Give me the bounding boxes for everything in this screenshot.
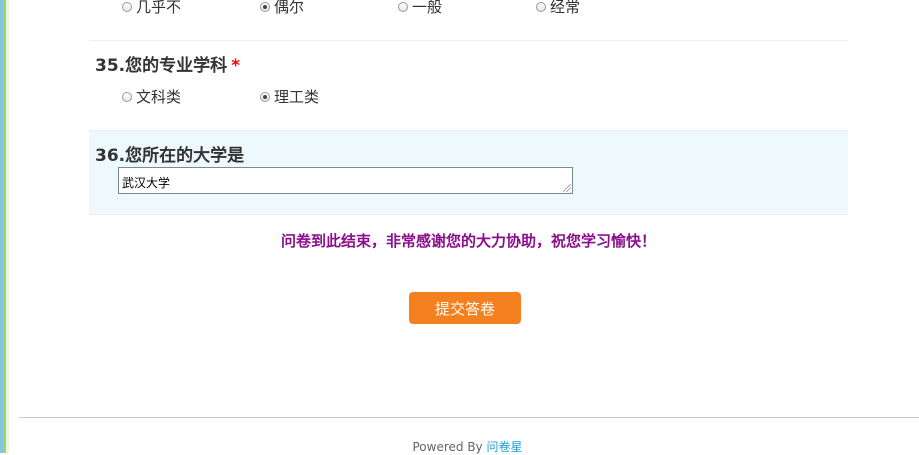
question-title-text: 35.您的专业学科 bbox=[95, 56, 228, 76]
question-36: 36.您所在的大学是 武汉大学 bbox=[89, 130, 848, 214]
footer-divider bbox=[19, 417, 919, 418]
radio-icon bbox=[122, 91, 132, 102]
radio-checked-icon bbox=[260, 1, 270, 12]
question-34: 几乎不 偶尔 一般 经常 bbox=[89, 0, 848, 40]
option-label: 几乎不 bbox=[136, 0, 182, 16]
option-label: 偶尔 bbox=[274, 0, 305, 16]
divider bbox=[89, 214, 848, 215]
brand-link[interactable]: 问卷星 bbox=[486, 440, 522, 454]
q34-option-2[interactable]: 一般 bbox=[398, 0, 442, 17]
resize-grip-icon[interactable] bbox=[563, 184, 571, 192]
option-label: 理工类 bbox=[274, 88, 320, 106]
radio-icon bbox=[122, 1, 132, 12]
radio-icon bbox=[536, 1, 546, 12]
question-title: 36.您所在的大学是 bbox=[95, 141, 244, 166]
submit-button[interactable]: 提交答卷 bbox=[409, 292, 521, 324]
q35-option-0[interactable]: 文科类 bbox=[122, 86, 181, 107]
question-title-text: 36.您所在的大学是 bbox=[95, 146, 245, 166]
end-message: 问卷到此结束，非常感谢您的大力协助，祝您学习愉快！ bbox=[280, 232, 656, 250]
footer: Powered By 问卷星 bbox=[0, 438, 919, 455]
q34-option-1[interactable]: 偶尔 bbox=[260, 0, 304, 17]
radio-icon bbox=[398, 1, 408, 12]
question-35: 35.您的专业学科 * 文科类 理工类 bbox=[89, 40, 848, 130]
university-input[interactable]: 武汉大学 bbox=[118, 167, 573, 194]
university-input-value: 武汉大学 bbox=[122, 176, 171, 190]
radio-checked-icon bbox=[260, 91, 270, 102]
required-mark: * bbox=[231, 56, 241, 76]
left-decorative-strip bbox=[0, 0, 9, 453]
option-label: 一般 bbox=[412, 0, 443, 16]
option-label: 文科类 bbox=[136, 88, 182, 106]
q35-option-1[interactable]: 理工类 bbox=[260, 86, 319, 107]
option-label: 经常 bbox=[550, 0, 581, 16]
q34-option-3[interactable]: 经常 bbox=[536, 0, 580, 17]
q34-option-0[interactable]: 几乎不 bbox=[122, 0, 181, 17]
powered-by-text: Powered By bbox=[412, 440, 483, 454]
question-title: 35.您的专业学科 * bbox=[95, 51, 240, 76]
